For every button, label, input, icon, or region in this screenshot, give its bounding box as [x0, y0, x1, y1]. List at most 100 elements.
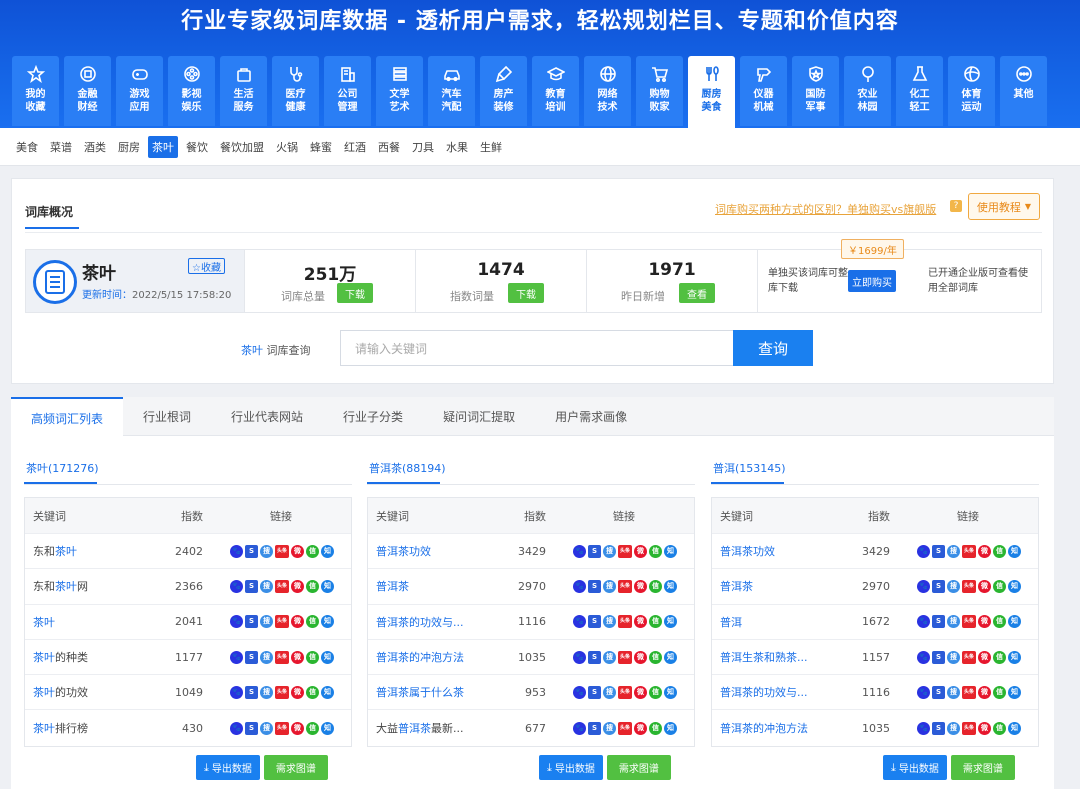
- wechat-icon[interactable]: 信: [993, 615, 1006, 629]
- baidu-icon[interactable]: 🐾: [230, 685, 243, 699]
- category-ball[interactable]: 体育运动: [948, 56, 995, 126]
- sogou-icon[interactable]: S: [932, 579, 945, 593]
- subcategory-item[interactable]: 西餐: [374, 136, 404, 158]
- keyword-link[interactable]: 普洱茶的功效与...: [712, 684, 830, 700]
- so360-icon[interactable]: 搜: [947, 685, 960, 699]
- sogou-icon[interactable]: S: [245, 685, 258, 699]
- toutiao-icon[interactable]: 头条: [962, 544, 976, 558]
- category-building[interactable]: 公司管理: [324, 56, 371, 126]
- subcategory-item[interactable]: 红酒: [340, 136, 370, 158]
- keyword-link[interactable]: 普洱茶: [368, 578, 486, 594]
- category-cart[interactable]: 购物败家: [636, 56, 683, 126]
- wechat-icon[interactable]: 信: [993, 579, 1006, 593]
- category-more-dots[interactable]: 其他: [1000, 56, 1047, 126]
- wechat-icon[interactable]: 信: [649, 721, 662, 735]
- wechat-icon[interactable]: 信: [306, 615, 319, 629]
- weibo-icon[interactable]: 微: [634, 650, 647, 664]
- category-globe[interactable]: 网络技术: [584, 56, 631, 126]
- wechat-icon[interactable]: 信: [649, 544, 662, 558]
- keyword-link[interactable]: 东和茶叶网: [25, 578, 143, 594]
- subcategory-item[interactable]: 水果: [442, 136, 472, 158]
- tab-item[interactable]: 高频词汇列表: [11, 397, 124, 437]
- wechat-icon[interactable]: 信: [649, 615, 662, 629]
- tab-item[interactable]: 用户需求画像: [535, 397, 647, 436]
- zhihu-icon[interactable]: 知: [1008, 650, 1021, 664]
- category-utensils[interactable]: 厨房美食: [688, 56, 735, 128]
- subcategory-item[interactable]: 厨房: [114, 136, 144, 158]
- wechat-icon[interactable]: 信: [306, 579, 319, 593]
- demand-graph-button[interactable]: 需求图谱: [606, 755, 671, 780]
- toutiao-icon[interactable]: 头条: [618, 650, 632, 664]
- sogou-icon[interactable]: S: [932, 615, 945, 629]
- zhihu-icon[interactable]: 知: [664, 544, 677, 558]
- demand-graph-button[interactable]: 需求图谱: [950, 755, 1015, 780]
- keyword-link[interactable]: 普洱茶功效: [712, 543, 830, 559]
- so360-icon[interactable]: 搜: [260, 544, 273, 558]
- keyword-link[interactable]: 普洱茶的冲泡方法: [712, 720, 830, 736]
- category-stethoscope[interactable]: 医疗健康: [272, 56, 319, 126]
- subcategory-item[interactable]: 茶叶: [148, 135, 178, 158]
- weibo-icon[interactable]: 微: [978, 544, 991, 558]
- buy-now-button[interactable]: 立即购买: [848, 270, 896, 292]
- so360-icon[interactable]: 搜: [603, 579, 616, 593]
- sogou-icon[interactable]: S: [588, 650, 601, 664]
- favorite-button[interactable]: ☆收藏: [188, 258, 225, 274]
- export-data-button[interactable]: ⤓ 导出数据: [883, 755, 947, 780]
- baidu-icon[interactable]: 🐾: [917, 650, 930, 664]
- sogou-icon[interactable]: S: [588, 615, 601, 629]
- toutiao-icon[interactable]: 头条: [962, 721, 976, 735]
- subcategory-item[interactable]: 餐饮加盟: [216, 136, 268, 158]
- tab-item[interactable]: 行业子分类: [323, 397, 423, 436]
- so360-icon[interactable]: 搜: [947, 544, 960, 558]
- so360-icon[interactable]: 搜: [260, 579, 273, 593]
- weibo-icon[interactable]: 微: [291, 579, 304, 593]
- keyword-link[interactable]: 普洱生茶和熟茶...: [712, 649, 830, 665]
- zhihu-icon[interactable]: 知: [321, 544, 334, 558]
- category-car[interactable]: 汽车汽配: [428, 56, 475, 126]
- toutiao-icon[interactable]: 头条: [275, 579, 289, 593]
- weibo-icon[interactable]: 微: [291, 615, 304, 629]
- baidu-icon[interactable]: 🐾: [917, 579, 930, 593]
- zhihu-icon[interactable]: 知: [1008, 544, 1021, 558]
- column-title[interactable]: 茶叶(171276): [26, 460, 99, 476]
- tab-item[interactable]: 行业根词: [123, 397, 211, 436]
- keyword-link[interactable]: 茶叶的种类: [25, 649, 143, 665]
- baidu-icon[interactable]: 🐾: [573, 650, 586, 664]
- baidu-icon[interactable]: 🐾: [917, 615, 930, 629]
- so360-icon[interactable]: 搜: [260, 721, 273, 735]
- baidu-icon[interactable]: 🐾: [230, 544, 243, 558]
- zhihu-icon[interactable]: 知: [1008, 721, 1021, 735]
- weibo-icon[interactable]: 微: [291, 650, 304, 664]
- so360-icon[interactable]: 搜: [947, 615, 960, 629]
- sogou-icon[interactable]: S: [932, 721, 945, 735]
- category-star[interactable]: 我的收藏: [12, 56, 59, 126]
- sogou-icon[interactable]: S: [588, 721, 601, 735]
- subcategory-item[interactable]: 生鲜: [476, 136, 506, 158]
- wechat-icon[interactable]: 信: [649, 685, 662, 699]
- baidu-icon[interactable]: 🐾: [230, 650, 243, 664]
- toutiao-icon[interactable]: 头条: [962, 579, 976, 593]
- toutiao-icon[interactable]: 头条: [962, 685, 976, 699]
- keyword-link[interactable]: 茶叶排行榜: [25, 720, 143, 736]
- toutiao-icon[interactable]: 头条: [618, 685, 632, 699]
- toutiao-icon[interactable]: 头条: [618, 615, 632, 629]
- weibo-icon[interactable]: 微: [634, 544, 647, 558]
- toutiao-icon[interactable]: 头条: [275, 721, 289, 735]
- keyword-link[interactable]: 大益普洱茶最新...: [368, 720, 486, 736]
- sogou-icon[interactable]: S: [245, 544, 258, 558]
- baidu-icon[interactable]: 🐾: [917, 685, 930, 699]
- zhihu-icon[interactable]: 知: [321, 650, 334, 664]
- baidu-icon[interactable]: 🐾: [573, 579, 586, 593]
- wechat-icon[interactable]: 信: [993, 721, 1006, 735]
- column-title[interactable]: 普洱(153145): [713, 460, 786, 476]
- subcategory-item[interactable]: 餐饮: [182, 136, 212, 158]
- baidu-icon[interactable]: 🐾: [917, 721, 930, 735]
- baidu-icon[interactable]: 🐾: [573, 685, 586, 699]
- zhihu-icon[interactable]: 知: [1008, 615, 1021, 629]
- baidu-icon[interactable]: 🐾: [917, 544, 930, 558]
- zhihu-icon[interactable]: 知: [664, 650, 677, 664]
- toutiao-icon[interactable]: 头条: [275, 650, 289, 664]
- subcategory-item[interactable]: 美食: [12, 136, 42, 158]
- baidu-icon[interactable]: 🐾: [573, 544, 586, 558]
- toutiao-icon[interactable]: 头条: [275, 615, 289, 629]
